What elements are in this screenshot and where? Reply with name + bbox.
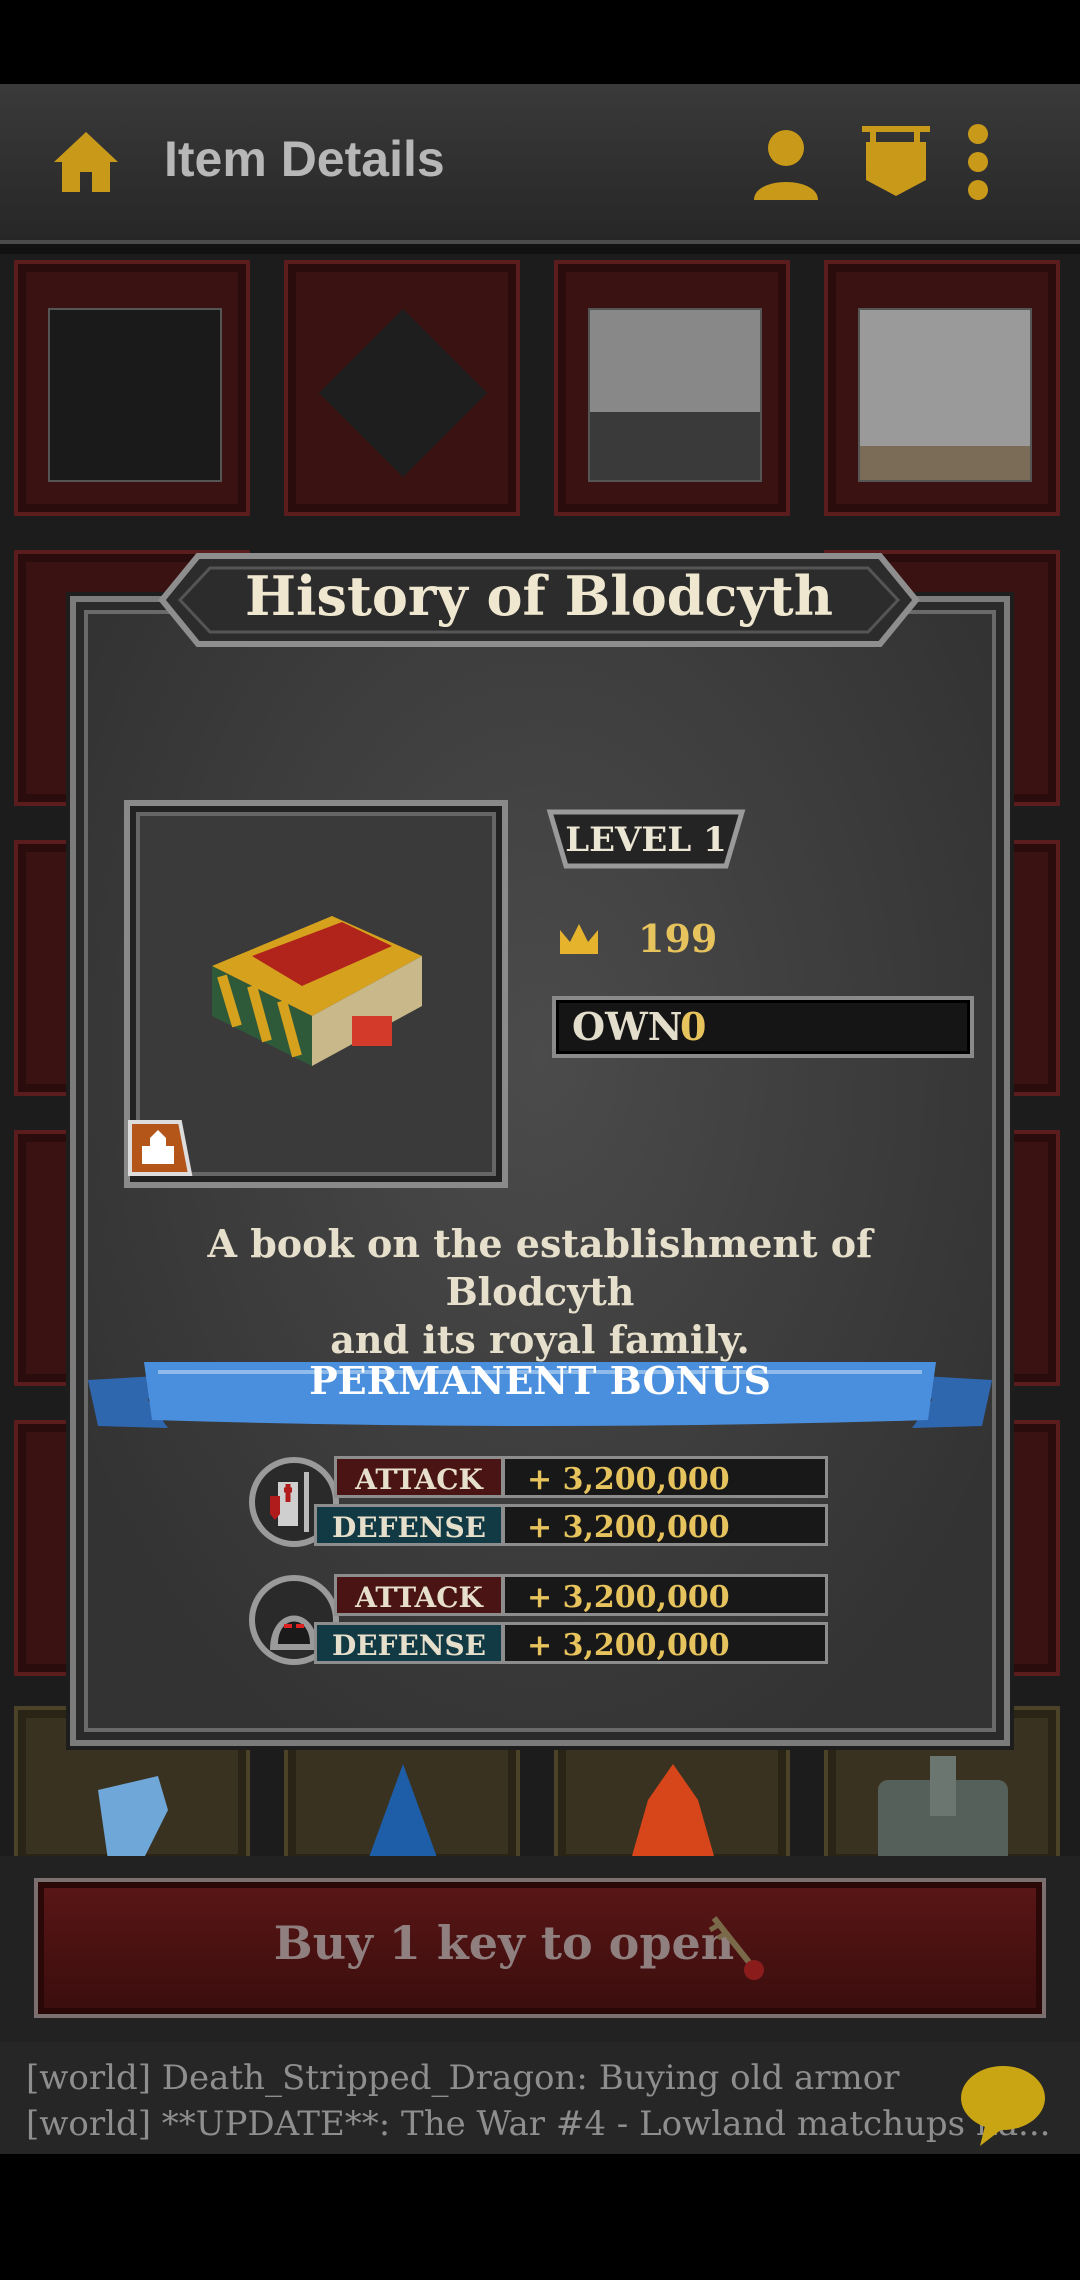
item-price: 199 <box>638 916 718 961</box>
attack-label: ATTACK <box>334 1456 504 1498</box>
defense-value: + 3,200,000 <box>502 1622 828 1664</box>
item-tile[interactable] <box>284 260 520 516</box>
defense-value: + 3,200,000 <box>502 1504 828 1546</box>
own-label: OWN <box>572 1004 683 1049</box>
blue-drop-icon <box>368 1764 438 1860</box>
attack-value: + 3,200,000 <box>502 1456 828 1498</box>
item-description: A book on the establishment of Blodcyth … <box>110 1220 970 1364</box>
stone-diamond-image <box>318 308 488 478</box>
more-vertical-icon[interactable] <box>958 120 998 204</box>
own-value: 0 <box>680 1004 707 1049</box>
profile-icon[interactable] <box>748 120 824 204</box>
key-icon <box>708 1916 764 1980</box>
chat-bubble-icon[interactable] <box>958 2060 1048 2150</box>
item-title: History of Blodcyth <box>245 564 833 628</box>
dark-stone-tile-image <box>48 308 222 482</box>
attack-label: ATTACK <box>334 1574 504 1616</box>
crown-icon <box>560 924 598 954</box>
chat-message: [world] Death_Stripped_Dragon: Buying ol… <box>26 2058 900 2098</box>
crystal-icon <box>98 1776 168 1870</box>
buy-key-label: Buy 1 key to open <box>273 1916 735 1970</box>
item-level: LEVEL 1 <box>565 820 727 860</box>
stone-chest-icon <box>878 1756 1008 1870</box>
defense-label: DEFENSE <box>314 1622 504 1664</box>
item-tile[interactable] <box>14 260 250 516</box>
page-title: Item Details <box>164 131 445 187</box>
marble-wall-image <box>588 308 762 482</box>
chat-message: [world] **UPDATE**: The War #4 - Lowland… <box>26 2104 1051 2144</box>
item-image-frame <box>124 800 508 1188</box>
app-screen: Item Details History of Blodcyth LEVEL 1… <box>0 84 1080 2154</box>
bonus-header: PERMANENT BONUS <box>309 1358 771 1403</box>
marble-floor-image <box>858 308 1032 482</box>
top-bar: Item Details <box>0 84 1080 254</box>
castle-badge-icon <box>128 1120 193 1176</box>
description-line: A book on the establishment of Blodcyth <box>207 1221 873 1314</box>
fire-icon <box>628 1764 718 1870</box>
item-tile[interactable] <box>554 260 790 516</box>
guild-banner-icon[interactable] <box>858 120 934 204</box>
home-icon[interactable] <box>50 126 122 198</box>
attack-value: + 3,200,000 <box>502 1574 828 1616</box>
item-tile[interactable] <box>824 260 1060 516</box>
defense-label: DEFENSE <box>314 1504 504 1546</box>
book-icon <box>212 916 422 1066</box>
